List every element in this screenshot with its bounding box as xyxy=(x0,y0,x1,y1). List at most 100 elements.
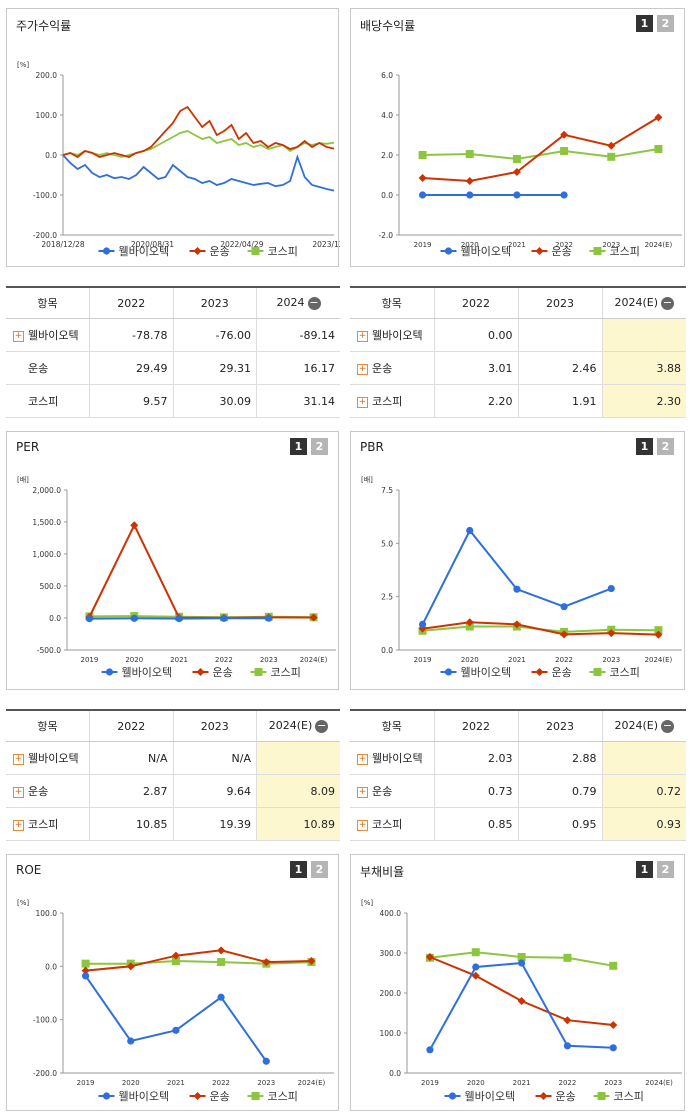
expand-plus-icon[interactable]: + xyxy=(357,786,368,798)
series-line-kospi xyxy=(62,130,335,158)
legend-label-company: 웰바이오텍 xyxy=(465,1090,516,1103)
row-label: 코스피 xyxy=(28,818,59,831)
expand-plus-icon[interactable]: + xyxy=(357,753,368,765)
expand-plus-icon[interactable]: + xyxy=(357,396,368,408)
dividend-chart-panel: 배당수익률 1 2 6.0 4.0 2.0 0.0 -2.0 2019 2020 2021 20… xyxy=(350,8,685,267)
series-line-company xyxy=(62,154,335,192)
x-tick-label: 2024(E) xyxy=(300,656,328,664)
page-2-button[interactable]: 2 xyxy=(657,438,674,455)
unit-label: [배] xyxy=(361,475,373,484)
legend-label-sector: 운송 xyxy=(552,245,572,258)
column-header-label: 항목 xyxy=(37,720,58,733)
page-1-button[interactable]: 1 xyxy=(636,861,653,878)
y-tick-label: 2.5 xyxy=(381,593,393,602)
legend-label-sector: 운송 xyxy=(213,666,233,679)
collapse-column-icon[interactable]: − xyxy=(315,719,329,733)
y-tick-label: -200.0 xyxy=(33,231,57,240)
value-cell: 8.09 xyxy=(256,774,340,808)
row-name-cell: + 코스피 xyxy=(350,384,434,418)
y-tick-label: 400.0 xyxy=(380,909,402,918)
expand-plus-icon[interactable]: + xyxy=(357,819,368,831)
pbr-chart: [배] 7.5 5.0 2.5 0.0 2019 2020 2021 2022 2023 2024(… xyxy=(361,475,682,679)
panel-title: PBR xyxy=(360,440,384,454)
expand-plus-icon[interactable]: + xyxy=(13,753,24,765)
y-tick-label: -200.0 xyxy=(33,1069,57,1078)
page-1-button[interactable]: 1 xyxy=(636,438,653,455)
column-header: 2024(E) − xyxy=(256,710,340,742)
row-name-cell: + 웰바이오텍 xyxy=(350,318,434,352)
x-tick-label: 2023 xyxy=(602,656,620,664)
data-point-company xyxy=(466,526,474,535)
data-point-company xyxy=(517,959,526,967)
legend-label-sector: 운송 xyxy=(556,1090,576,1103)
row-label: 코스피 xyxy=(372,395,403,408)
table-row: + 웰바이오텍 N/A N/A xyxy=(6,741,340,775)
y-tick-label: -100.0 xyxy=(33,1016,57,1025)
data-point-kospi xyxy=(418,151,427,159)
y-tick-label: 500.0 xyxy=(40,582,62,591)
page-2-button[interactable]: 2 xyxy=(311,861,328,878)
column-header-label: 2023 xyxy=(200,296,229,310)
data-point-company xyxy=(418,620,427,628)
legend-marker-company xyxy=(102,1092,111,1100)
column-header: 2023 xyxy=(517,287,602,319)
expand-plus-icon[interactable]: + xyxy=(13,330,24,342)
value-cell: 0.73 xyxy=(433,774,518,808)
x-tick-label: 2019 xyxy=(81,656,99,664)
value-cell: 29.49 xyxy=(89,351,173,385)
expand-plus-icon[interactable]: + xyxy=(13,786,24,798)
per-chart-panel: PER 1 2 [배] 2,000.0 1,500.0 1,000.0 500.0 0.0… xyxy=(6,431,339,690)
y-tick-label: 2,000.0 xyxy=(32,486,61,495)
value-cell: 2.88 xyxy=(517,741,602,775)
y-tick-label: 5.0 xyxy=(381,539,393,548)
page-2-button[interactable]: 2 xyxy=(311,438,328,455)
page-1-button[interactable]: 1 xyxy=(290,861,307,878)
legend-marker-kospi xyxy=(251,247,260,255)
legend-marker-kospi xyxy=(593,668,602,676)
row-name-cell: + 운송 xyxy=(350,351,434,385)
page-2-button[interactable]: 2 xyxy=(657,861,674,878)
row-name-cell: + 코스피 xyxy=(350,807,434,841)
series-line-sector xyxy=(88,522,314,619)
row-label: 운송 xyxy=(372,362,393,375)
y-tick-label: 200.0 xyxy=(36,71,58,80)
panel-title: 주가수익률 xyxy=(16,19,72,33)
page-2-button[interactable]: 2 xyxy=(657,15,674,32)
expand-plus-icon[interactable]: + xyxy=(357,330,368,342)
data-point-kospi xyxy=(512,155,521,163)
legend-label-company: 웰바이오텍 xyxy=(119,245,170,258)
data-point-company xyxy=(220,614,228,622)
collapse-column-icon[interactable]: − xyxy=(307,296,321,310)
expand-plus-icon[interactable]: + xyxy=(13,819,24,831)
chart-pager: 1 2 xyxy=(636,861,674,878)
y-tick-label: 0.0 xyxy=(45,962,57,971)
data-point-kospi xyxy=(81,959,90,968)
row-name-cell: 운송 xyxy=(6,351,90,385)
per-table: 항목 2022 2023 2024(E) − + 웰바이오텍 N/A N/A + 운송 2.87 9.6… xyxy=(6,709,340,841)
data-point-sector xyxy=(217,946,226,955)
data-point-company xyxy=(418,191,427,199)
data-point-company xyxy=(265,614,273,622)
table-row: + 운송 0.73 0.79 0.72 xyxy=(350,774,686,808)
column-header: 항목 xyxy=(350,710,434,742)
legend-label-company: 웰바이오텍 xyxy=(461,245,512,258)
roe-chart-panel: ROE 1 2 [%] 100.0 0.0 -100.0 -200.0 2019 2020 2… xyxy=(6,854,339,1111)
data-point-kospi xyxy=(607,152,616,161)
collapse-column-icon[interactable]: − xyxy=(661,719,675,733)
data-point-company xyxy=(175,615,183,623)
per-chart: [배]2,000.0 1,500.0 1,000.0 500.0 0.0 -500.0 20… xyxy=(17,475,336,679)
value-cell: 0.93 xyxy=(601,807,686,841)
expand-plus-icon[interactable]: + xyxy=(357,363,368,375)
page-1-button[interactable]: 1 xyxy=(636,15,653,32)
row-label: 운송 xyxy=(28,362,49,375)
data-point-company xyxy=(513,191,521,199)
data-point-kospi xyxy=(563,953,572,962)
x-tick-label: 2024(E) xyxy=(645,656,673,664)
value-cell: 0.79 xyxy=(517,774,602,808)
row-name-cell: + 웰바이오텍 xyxy=(350,741,434,775)
pbr-chart-panel: PBR 1 2 [배] 7.5 5.0 2.5 0.0 2019 2020 2021 2022 2… xyxy=(350,431,685,690)
series-line-company xyxy=(84,975,268,1062)
collapse-column-icon[interactable]: − xyxy=(661,296,675,310)
page-1-button[interactable]: 1 xyxy=(290,438,307,455)
value-cell: 30.09 xyxy=(172,384,257,418)
